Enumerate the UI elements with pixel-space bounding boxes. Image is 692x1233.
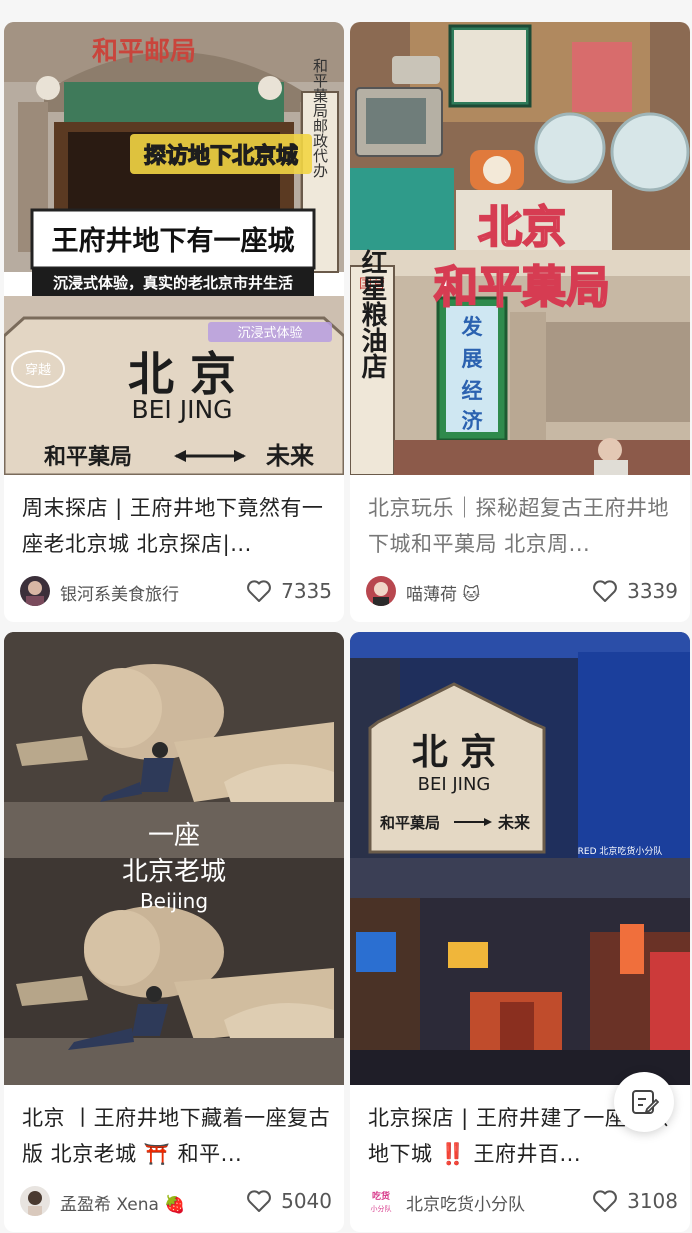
author-name[interactable]: 喵薄荷 🐱 <box>406 580 480 605</box>
note-meta: 喵薄荷 🐱 3339 <box>366 574 678 608</box>
cover-sign-city: 北 京 <box>128 347 236 401</box>
note-card[interactable]: 北京 国营 红星粮油店 发 展 经 济 和平菓局 北京玩乐｜探秘超复古王府井地下… <box>350 22 690 622</box>
like-count: 3339 <box>627 579 678 603</box>
heart-icon <box>593 1190 618 1212</box>
cover-sign-left: 和平菓局 <box>380 814 440 832</box>
note-card[interactable]: 一座 北京老城 Beijing 北京 丨王府井地下藏着一座复古版 北京老城 ⛩️… <box>4 632 344 1232</box>
cover-tag: 沉浸式体验 <box>237 325 302 341</box>
author-name[interactable]: 银河系美食旅行 <box>60 580 179 605</box>
like-count: 5040 <box>281 1189 332 1213</box>
note-cover-image[interactable]: 和平邮局 和平菓局邮政代办 探访地下北京城 王府井地下有一座城 沉浸式体验，真实… <box>4 22 344 475</box>
author-name[interactable]: 孟盈希 Xena 🍓 <box>60 1190 186 1215</box>
note-meta: 孟盈希 Xena 🍓 5040 <box>20 1184 332 1218</box>
cover-sign-city: 北 京 <box>412 731 497 773</box>
author-avatar[interactable]: 吃货 小分队 <box>366 1186 396 1216</box>
note-meta: 银河系美食旅行 7335 <box>20 574 332 608</box>
cover-doodle: 穿越 <box>25 362 51 378</box>
cover-overlay-1: 北京 <box>478 202 566 253</box>
like-button[interactable]: 5040 <box>246 1187 332 1215</box>
author-avatar[interactable] <box>20 576 50 606</box>
heart-icon <box>247 1190 272 1212</box>
note-meta: 吃货小分队 北京吃货小分队 3108 <box>366 1184 678 1218</box>
cover-watermark: RED 北京吃货小分队 <box>578 845 663 857</box>
cover-vertical-sign: 和平菓局邮政代办 <box>311 58 329 178</box>
cover-line-1: 一座 <box>148 821 200 851</box>
cover-side-sign: 红星粮油店 <box>357 248 387 380</box>
cover-sign-pinyin: BEI JING <box>131 395 232 424</box>
cover-slogan-char: 发 <box>461 315 484 339</box>
cover-sign-right: 未来 <box>497 813 531 832</box>
svg-text:小分队: 小分队 <box>371 1204 392 1213</box>
cover-slogan-char: 展 <box>462 347 483 371</box>
author-name[interactable]: 北京吃货小分队 <box>406 1190 525 1215</box>
cover-slogan-char: 经 <box>462 379 483 403</box>
note-title[interactable]: 周末探店 | 王府井地下竟然有一座老北京城 北京探店|... <box>22 490 334 562</box>
like-count: 7335 <box>281 579 332 603</box>
note-card[interactable]: 和平邮局 和平菓局邮政代办 探访地下北京城 王府井地下有一座城 沉浸式体验，真实… <box>4 22 344 622</box>
cover-sign-left: 和平菓局 <box>44 444 132 470</box>
cover-overlay-2: 和平菓局 <box>434 262 610 313</box>
like-count: 3108 <box>627 1189 678 1213</box>
cover-line-2: 北京老城 <box>122 857 226 887</box>
heart-icon <box>593 580 618 602</box>
cover-top-sign: 和平邮局 <box>92 37 196 67</box>
note-cover-image[interactable]: 北 京 BEI JING 和平菓局 未来 RED 北京吃货小分队 <box>350 632 690 1085</box>
svg-text:吃货: 吃货 <box>372 1190 390 1202</box>
author-avatar[interactable] <box>20 1186 50 1216</box>
notes-feed: 和平邮局 和平菓局邮政代办 探访地下北京城 王府井地下有一座城 沉浸式体验，真实… <box>0 0 692 1233</box>
author-avatar[interactable] <box>366 576 396 606</box>
heart-icon <box>247 580 272 602</box>
cover-line-3: Beijing <box>140 889 208 913</box>
cover-subline: 沉浸式体验，真实的老北京市井生活 <box>53 274 293 292</box>
cover-sign-right: 未来 <box>266 441 315 470</box>
like-button[interactable]: 3108 <box>592 1187 678 1215</box>
note-title[interactable]: 北京 丨王府井地下藏着一座复古版 北京老城 ⛩️ 和平... <box>22 1100 334 1172</box>
edit-note-icon <box>632 1090 659 1114</box>
like-button[interactable]: 3339 <box>592 577 678 605</box>
like-button[interactable]: 7335 <box>246 577 332 605</box>
note-title[interactable]: 北京玩乐｜探秘超复古王府井地下城和平菓局 北京周... <box>368 490 680 562</box>
note-cover-image[interactable]: 北京 国营 红星粮油店 发 展 经 济 和平菓局 <box>350 22 690 475</box>
compose-note-button[interactable] <box>614 1072 674 1132</box>
note-cover-image[interactable]: 一座 北京老城 Beijing <box>4 632 344 1085</box>
cover-banner: 探访地下北京城 <box>144 143 298 169</box>
cover-headline: 王府井地下有一座城 <box>52 225 295 257</box>
note-card[interactable]: 北 京 BEI JING 和平菓局 未来 RED 北京吃货小分队 北京探店 | … <box>350 632 690 1232</box>
cover-sign-pinyin: BEI JING <box>418 774 491 795</box>
cover-slogan-char: 济 <box>462 409 484 433</box>
